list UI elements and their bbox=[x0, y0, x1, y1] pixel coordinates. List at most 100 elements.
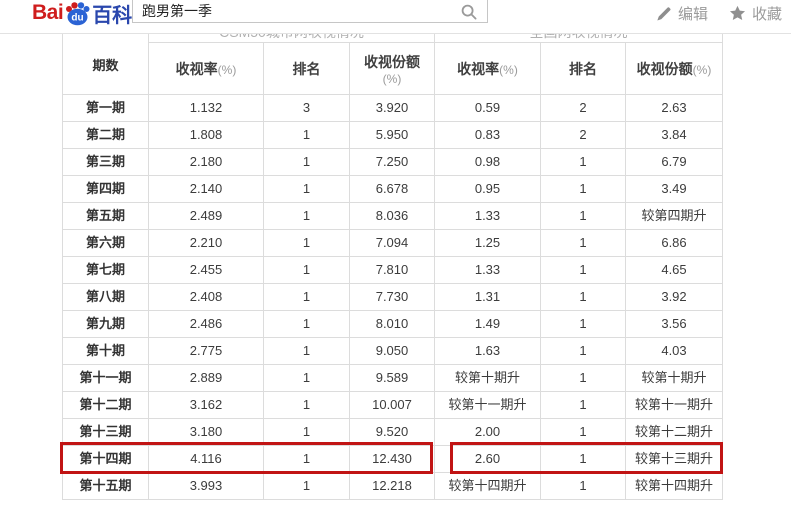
logo-text-bai: Bai bbox=[32, 1, 64, 24]
table-row: 第三期 2.180 1 7.250 0.98 1 6.79 bbox=[62, 148, 723, 176]
table-row: 第十三期 3.180 1 9.520 2.00 1 较第十二期升 bbox=[62, 418, 723, 446]
episode-cell: 第十期 bbox=[62, 337, 149, 365]
rank-national-cell: 2 bbox=[540, 121, 626, 149]
episode-cell: 第十五期 bbox=[62, 472, 149, 500]
share-csm-cell: 3.920 bbox=[349, 94, 435, 122]
rank-csm-cell: 1 bbox=[263, 391, 350, 419]
rank-csm-cell: 1 bbox=[263, 418, 350, 446]
rank-csm-cell: 1 bbox=[263, 202, 350, 230]
rank-national-cell: 1 bbox=[540, 418, 626, 446]
share-national-cell: 3.84 bbox=[625, 121, 723, 149]
rating-national-cell: 0.98 bbox=[434, 148, 541, 176]
table-row: 第九期 2.486 1 8.010 1.49 1 3.56 bbox=[62, 310, 723, 338]
rating-national-cell: 1.63 bbox=[434, 337, 541, 365]
episode-cell: 第六期 bbox=[62, 229, 149, 257]
share-csm-cell: 9.520 bbox=[349, 418, 435, 446]
rating-csm-cell: 2.455 bbox=[148, 256, 264, 284]
share-national-cell: 较第十期升 bbox=[625, 364, 723, 392]
group-header-csm: CSM50城市网收视情况 bbox=[148, 34, 435, 43]
table-row: 第四期 2.140 1 6.678 0.95 1 3.49 bbox=[62, 175, 723, 203]
share-csm-cell: 9.589 bbox=[349, 364, 435, 392]
rank-national-cell: 1 bbox=[540, 364, 626, 392]
column-header-rank-national: 排名 bbox=[540, 42, 626, 95]
rank-national-cell: 1 bbox=[540, 256, 626, 284]
table-row: 第十一期 2.889 1 9.589 较第十期升 1 较第十期升 bbox=[62, 364, 723, 392]
rank-csm-cell: 1 bbox=[263, 121, 350, 149]
episode-cell: 第一期 bbox=[62, 94, 149, 122]
episode-cell: 第七期 bbox=[62, 256, 149, 284]
rank-national-cell: 1 bbox=[540, 175, 626, 203]
logo-text-du: du bbox=[72, 12, 84, 23]
baidu-paw-icon: du bbox=[66, 1, 90, 25]
rating-csm-cell: 2.210 bbox=[148, 229, 264, 257]
share-csm-cell: 8.036 bbox=[349, 202, 435, 230]
baidu-baike-logo[interactable]: Bai du 百科 bbox=[32, 1, 132, 27]
favorite-label: 收藏 bbox=[752, 6, 783, 23]
rating-national-cell: 1.25 bbox=[434, 229, 541, 257]
episode-cell: 第四期 bbox=[62, 175, 149, 203]
rating-national-cell: 1.49 bbox=[434, 310, 541, 338]
group-header-national: 全国网收视情况 bbox=[434, 34, 723, 43]
column-header-rating-national: 收视率(%) bbox=[434, 42, 541, 95]
baike-page: Bai du 百科 编辑 bbox=[0, 0, 791, 505]
table-row: 第一期 1.132 3 3.920 0.59 2 2.63 bbox=[62, 94, 723, 122]
share-national-cell: 3.92 bbox=[625, 283, 723, 311]
rating-national-cell: 较第十四期升 bbox=[434, 472, 541, 500]
episode-cell: 第二期 bbox=[62, 121, 149, 149]
pencil-icon bbox=[657, 6, 671, 21]
favorite-button[interactable]: 收藏 bbox=[729, 3, 782, 24]
rating-national-cell: 较第十期升 bbox=[434, 364, 541, 392]
episode-cell: 第九期 bbox=[62, 310, 149, 338]
share-csm-cell: 12.218 bbox=[349, 472, 435, 500]
table-row: 第十二期 3.162 1 10.007 较第十一期升 1 较第十一期升 bbox=[62, 391, 723, 419]
share-csm-cell: 7.810 bbox=[349, 256, 435, 284]
rank-national-cell: 1 bbox=[540, 202, 626, 230]
rank-national-cell: 2 bbox=[540, 94, 626, 122]
table-row: 第十五期 3.993 1 12.218 较第十四期升 1 较第十四期升 bbox=[62, 472, 723, 500]
rating-csm-cell: 2.486 bbox=[148, 310, 264, 338]
rating-csm-cell: 2.489 bbox=[148, 202, 264, 230]
share-csm-cell: 7.250 bbox=[349, 148, 435, 176]
rank-csm-cell: 1 bbox=[263, 148, 350, 176]
episode-cell: 第八期 bbox=[62, 283, 149, 311]
rating-csm-cell: 2.775 bbox=[148, 337, 264, 365]
share-national-cell: 3.56 bbox=[625, 310, 723, 338]
column-header-rating-csm: 收视率(%) bbox=[148, 42, 264, 95]
share-national-cell: 较第十三期升 bbox=[625, 445, 723, 473]
rating-national-cell: 1.33 bbox=[434, 202, 541, 230]
column-header-share-national: 收视份额(%) bbox=[625, 42, 723, 95]
share-national-cell: 2.63 bbox=[625, 94, 723, 122]
column-header-row: 收视率(%) 排名 收视份额 (%) 收视率(%) 排名 收视份额(%) bbox=[63, 42, 723, 95]
rating-csm-cell: 2.889 bbox=[148, 364, 264, 392]
rating-national-cell: 较第十一期升 bbox=[434, 391, 541, 419]
rating-csm-cell: 1.132 bbox=[148, 94, 264, 122]
share-national-cell: 3.49 bbox=[625, 175, 723, 203]
episode-cell: 第十三期 bbox=[62, 418, 149, 446]
edit-button[interactable]: 编辑 bbox=[655, 3, 708, 24]
table-row: 第六期 2.210 1 7.094 1.25 1 6.86 bbox=[62, 229, 723, 257]
rating-csm-cell: 2.140 bbox=[148, 175, 264, 203]
rank-csm-cell: 3 bbox=[263, 94, 350, 122]
rank-csm-cell: 1 bbox=[263, 229, 350, 257]
rating-csm-cell: 3.993 bbox=[148, 472, 264, 500]
share-csm-cell: 6.678 bbox=[349, 175, 435, 203]
share-national-cell: 4.65 bbox=[625, 256, 723, 284]
search-icon[interactable] bbox=[461, 4, 477, 20]
table-row: 第十四期 4.116 1 12.430 2.60 1 较第十三期升 bbox=[62, 445, 723, 473]
share-national-cell: 4.03 bbox=[625, 337, 723, 365]
share-csm-cell: 5.950 bbox=[349, 121, 435, 149]
rank-csm-cell: 1 bbox=[263, 445, 350, 473]
rank-national-cell: 1 bbox=[540, 310, 626, 338]
share-csm-cell: 7.730 bbox=[349, 283, 435, 311]
ratings-table: 期数 CSM50城市网收视情况 全国网收视情况 收视率(%) 排名 收视份额(%… bbox=[62, 34, 723, 500]
rating-national-cell: 2.00 bbox=[434, 418, 541, 446]
share-national-cell: 6.86 bbox=[625, 229, 723, 257]
search-input[interactable] bbox=[133, 0, 453, 22]
rating-csm-cell: 2.180 bbox=[148, 148, 264, 176]
rank-national-cell: 1 bbox=[540, 391, 626, 419]
rating-csm-cell: 3.180 bbox=[148, 418, 264, 446]
rank-csm-cell: 1 bbox=[263, 364, 350, 392]
table-row: 第二期 1.808 1 5.950 0.83 2 3.84 bbox=[62, 121, 723, 149]
episode-cell: 第十一期 bbox=[62, 364, 149, 392]
top-header-bar: Bai du 百科 编辑 bbox=[0, 0, 791, 34]
